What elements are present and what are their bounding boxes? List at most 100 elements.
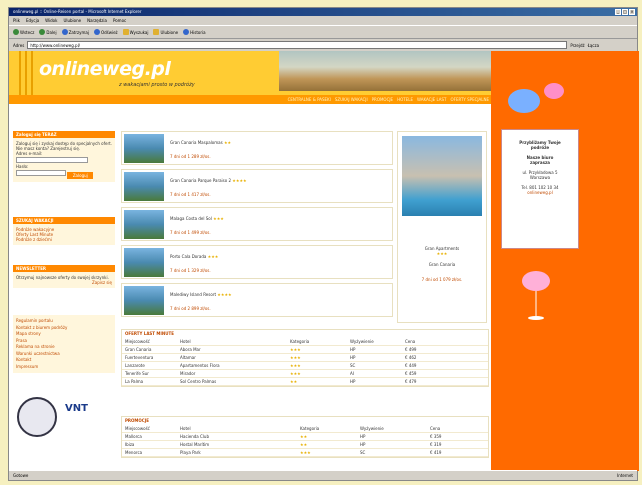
hotel-name: Malediwy Island Resort [170,292,217,297]
stop-label: Zatrzymaj [68,29,89,35]
login-box: Zaloguj się TERAZ Zaloguj się i zyskaj d… [13,131,115,182]
hotel-card[interactable]: Malaga Costa del Sol ★★★ 7 dni od 1 499 … [121,207,393,241]
site-logo[interactable]: onlineweg.pl [39,58,171,80]
search-label: Wyszukaj [129,29,149,35]
hotel-card[interactable]: Gran Canaria Maspalomas ★★ 7 dni od 1 28… [121,131,393,165]
search-button[interactable]: Wyszukaj [122,29,149,35]
col-header: Kategoria [300,426,320,431]
table-row[interactable]: Lanzarote Apartamentos Flora ★★★ SC € 449 [122,362,488,370]
stop-button[interactable]: Zatrzymaj [61,29,89,35]
table-row[interactable]: Menorca Playa Park ★★★ SC € 419 [122,449,488,457]
favorites-button[interactable]: Ulubione [153,29,178,35]
address-input[interactable]: http://www.onlineweg.pl/ [27,41,568,49]
hotel-name: Gran Canaria Parque Paraiso 2 [170,178,232,183]
hotel-price: 7 dni od 1 499 zł/os. [170,230,211,235]
table-heading: PROMOCJE [125,418,149,423]
cell: HP [360,434,366,439]
contact-line: zaprasza [530,160,550,165]
cell: ★★ [300,434,308,439]
partner-badges: VNT [13,393,115,443]
col-header: Cena [430,426,441,431]
balloon-icon [544,83,564,99]
nav-item[interactable]: CENTRALNE & PASEKI [288,97,331,102]
favorites-label: Ulubione [160,29,179,35]
hotel-photo [124,210,164,239]
links-button[interactable]: Łącza [588,43,599,48]
table-header-row: Miejscowość Hotel Kategoria Wyżywienie Cena [122,425,488,433]
featured-price: 7 dni od 1 079 zł/os. [421,277,463,282]
hotel-price: 7 dni od 1 417 zł/os. [170,192,211,197]
menu-view[interactable]: Widok [45,17,57,24]
star-icon [153,29,160,35]
history-icon [183,29,190,35]
history-button[interactable]: Historia [183,29,206,35]
cell: Mirador [180,371,196,376]
table-row[interactable]: La Palma Sol Centro Palmas ★★ HP € 479 [122,378,488,386]
page-viewport: onlineweg.pl z wakacjami prosto w podróż… [9,51,639,471]
hotel-card[interactable]: Malediwy Island Resort ★★★★ 7 dni od 2 8… [121,283,393,317]
header-photo [279,51,491,91]
table-row[interactable]: Tenerife Sur Mirador ★★★ AI € 459 [122,370,488,378]
cell: Apartamentos Flora [180,363,220,368]
menu-file[interactable]: Plik [13,17,20,24]
cell: Playa Park [180,450,201,455]
toolbar: Wstecz Dalej Zatrzymaj Odśwież Wyszukaj … [9,25,637,39]
cell: € 449 [405,363,417,368]
browser-window: onlineweg.pl :: Online-Reisen portal - M… [8,7,639,481]
vnt-logo[interactable]: VNT [65,403,88,414]
hotel-stars: ★★★★ [217,292,232,297]
col-header: Wyżywienie [350,339,374,344]
footer-link[interactable]: Impressum [16,364,112,371]
login-button[interactable]: Zaloguj [67,172,94,179]
table-row[interactable]: Mallorca Hacienda Club ★★ HP € 359 [122,433,488,441]
table-row[interactable]: Ibiza Hostal Marítim ★★ HP € 319 [122,441,488,449]
featured-photo [402,136,482,216]
featured-hotel[interactable]: Gran Apartments ★★★ Gran Canaria 7 dni od… [397,131,487,323]
newsletter-box: NEWSLETTER Otrzymuj najnowsze oferty do … [13,265,115,288]
hotel-photo [124,134,164,163]
cell: Mallorca [125,434,142,439]
forward-arrow-icon [39,29,46,35]
table-header-row: Miejscowość Hotel Kategoria Wyżywienie Cena [122,338,488,346]
cell: ★★★ [290,355,301,360]
menu-help[interactable]: Pomoc [113,17,126,24]
cell: € 499 [405,347,417,352]
search-link[interactable]: Podróże z dziećmi [16,237,112,242]
address-bar: Adres http://www.onlineweg.pl/ Przejdź Ł… [9,40,637,50]
hotel-price: 7 dni od 1 289 zł/os. [170,154,211,159]
nav-item[interactable]: PROMOCJE [372,97,393,102]
contact-brand[interactable]: onlineweg.pl [506,190,574,195]
table-row[interactable]: Gran Canaria Abora Mar ★★★ HP € 499 [122,346,488,354]
newsletter-link[interactable]: Zapisz się [16,280,112,285]
hotel-name: Gran Canaria Maspalomas [170,140,223,145]
last-minute-table: OFERTY LAST MINUTE Miejscowość Hotel Kateg… [121,329,489,387]
back-button[interactable]: Wstecz [13,29,34,35]
hotel-stars: ★★★ [207,254,219,259]
hotel-stars: ★★ [223,140,232,145]
cell: Abora Mar [180,347,201,352]
email-field[interactable] [16,157,88,163]
hotel-photo [124,248,164,277]
nav-item[interactable]: HOTELE [397,97,413,102]
nav-item[interactable]: OFERTY SPECJALNE [451,97,490,102]
go-button[interactable]: Przejdź [570,43,584,48]
minimize-icon[interactable]: _ [615,9,621,15]
back-arrow-icon [13,29,19,35]
hotel-card[interactable]: Porto Cala Dorada ★★★ 7 dni od 1 329 zł/… [121,245,393,279]
menu-edit[interactable]: Edycja [26,17,39,24]
nav-item[interactable]: SZUKAJ WAKACJI [335,97,368,102]
password-field[interactable] [16,170,66,176]
maximize-icon[interactable]: □ [622,9,628,15]
close-icon[interactable]: × [629,9,635,15]
seal-icon[interactable] [17,397,57,437]
refresh-button[interactable]: Odśwież [93,29,118,35]
forward-button[interactable]: Dalej [39,29,57,35]
menu-tools[interactable]: Narzędzia [87,17,107,24]
cell: € 319 [430,442,442,447]
nav-item[interactable]: WAKACJE LAST [417,97,447,102]
menu-favorites[interactable]: Ulubione [63,17,81,24]
table-row[interactable]: Fuerteventura Altamar ★★★ HP € 462 [122,354,488,362]
cell: La Palma [125,379,144,384]
hotel-card[interactable]: Gran Canaria Parque Paraiso 2 ★★★★ 7 dni… [121,169,393,203]
security-zone: Internet [617,473,633,478]
